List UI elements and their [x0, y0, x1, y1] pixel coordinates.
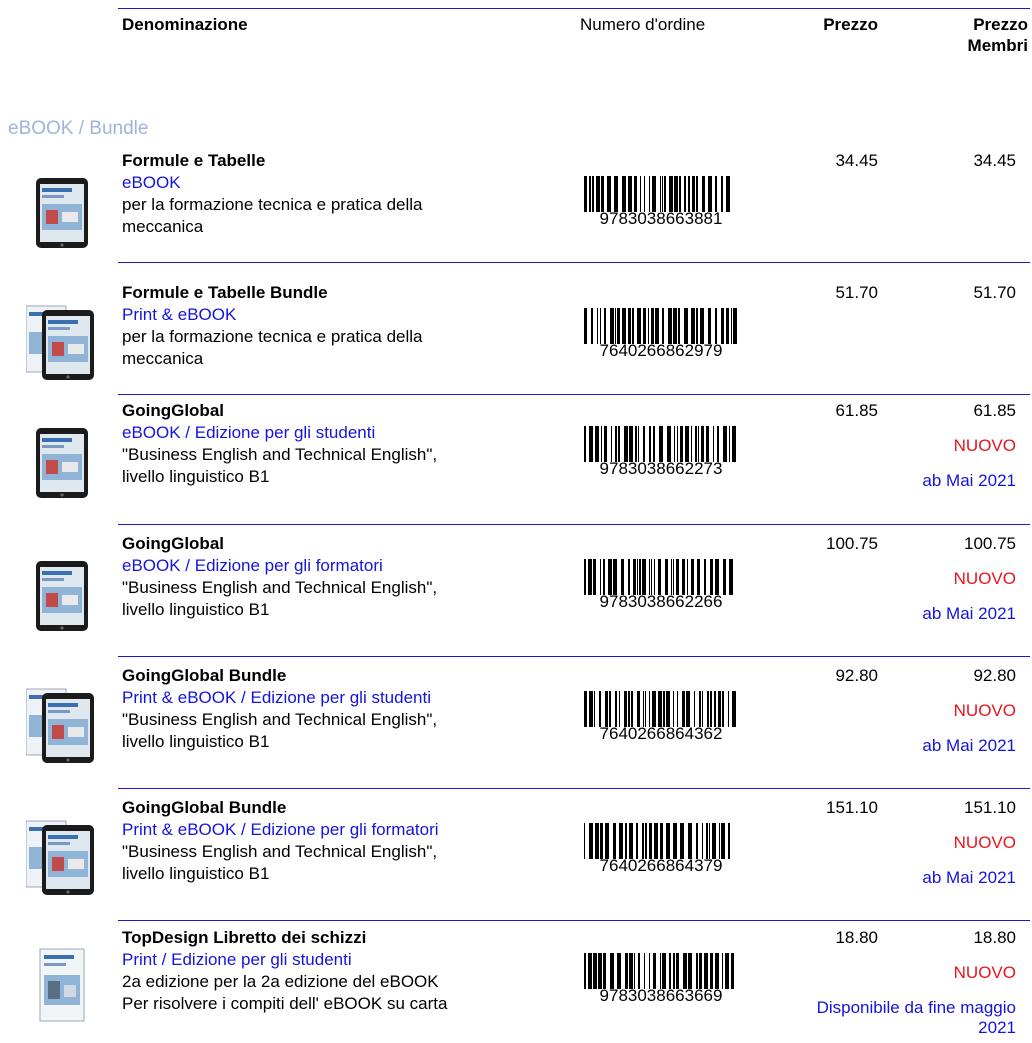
- product-description: 2a edizione per la 2a edizione del eBOOK: [122, 972, 439, 991]
- product-thumbnail: [26, 547, 96, 633]
- product-variant: eBOOK: [122, 173, 181, 192]
- product-title: GoingGlobal Bundle: [122, 666, 287, 685]
- col-header-order-number: Numero d'ordine: [580, 15, 706, 34]
- product-variant: Print & eBOOK / Edizione per gli student…: [122, 688, 431, 707]
- order-number: 9783038663881: [599, 209, 723, 228]
- barcode: [584, 308, 739, 344]
- row-divider: [118, 262, 1030, 263]
- col-header-member-price-line2: Membri: [967, 36, 1028, 55]
- product-title: Formule e Tabelle Bundle: [122, 283, 328, 302]
- row-divider: [118, 394, 1030, 395]
- product-title: GoingGlobal: [122, 534, 224, 553]
- availability-note: ab Mai 2021: [922, 868, 1016, 887]
- availability-note: ab Mai 2021: [922, 604, 1016, 623]
- barcode-bar: [733, 559, 734, 595]
- new-badge: NUOVO: [953, 701, 1016, 720]
- section-title: eBOOK / Bundle: [8, 118, 149, 139]
- product-description: "Business English and Technical English"…: [122, 445, 438, 464]
- price: 18.80: [835, 928, 878, 947]
- barcode-bar: [733, 308, 737, 344]
- member-price: 151.10: [964, 798, 1016, 817]
- new-badge: NUOVO: [953, 569, 1016, 588]
- product-variant: eBOOK / Edizione per gli formatori: [122, 556, 383, 575]
- col-header-member-price: Prezzo Membri: [900, 14, 1028, 56]
- order-number: 7640266864362: [599, 724, 723, 743]
- product-title: GoingGlobal Bundle: [122, 798, 287, 817]
- price: 61.85: [835, 401, 878, 420]
- new-badge: NUOVO: [953, 833, 1016, 852]
- product-variant: eBOOK / Edizione per gli studenti: [122, 423, 376, 442]
- availability-note: Disponibile da fine maggio: [816, 998, 1016, 1017]
- price: 51.70: [835, 283, 878, 302]
- barcode-bar: [730, 823, 734, 859]
- product-thumbnail: [26, 164, 96, 250]
- product-thumbnail: [26, 941, 96, 1027]
- product-title: GoingGlobal: [122, 401, 224, 420]
- product-description: per la formazione tecnica e pratica dell…: [122, 195, 423, 214]
- product-description: meccanica: [122, 349, 204, 368]
- product-title: Formule e Tabelle: [122, 151, 266, 170]
- availability-note: 2021: [978, 1018, 1016, 1037]
- row-divider: [118, 920, 1030, 921]
- barcode: [584, 426, 739, 462]
- barcode: [584, 823, 739, 859]
- col-header-price: Prezzo: [823, 15, 878, 34]
- product-thumbnail: [25, 679, 96, 765]
- order-number: 7640266862979: [599, 341, 723, 360]
- product-description: livello linguistico B1: [122, 600, 270, 619]
- row-divider: [118, 788, 1030, 789]
- product-description: Per risolvere i compiti dell' eBOOK su c…: [122, 994, 448, 1013]
- order-number: 9783038663669: [599, 986, 723, 1005]
- barcode: [584, 176, 739, 212]
- product-description: "Business English and Technical English"…: [122, 842, 438, 861]
- barcode: [584, 953, 739, 989]
- order-number: 9783038662273: [599, 459, 723, 478]
- col-header-name: Denominazione: [122, 15, 248, 34]
- new-badge: NUOVO: [953, 436, 1016, 455]
- order-number: 7640266864379: [599, 856, 723, 875]
- member-price: 51.70: [973, 283, 1016, 302]
- price: 100.75: [826, 534, 878, 553]
- row-divider: [118, 656, 1030, 657]
- product-thumbnail: [25, 811, 96, 897]
- barcode-bar: [730, 176, 734, 212]
- new-badge: NUOVO: [953, 963, 1016, 982]
- product-description: meccanica: [122, 217, 204, 236]
- col-header-member-price-line1: Prezzo: [973, 15, 1028, 34]
- price: 34.45: [835, 151, 878, 170]
- order-number: 9783038662266: [599, 592, 723, 611]
- product-thumbnail: [25, 296, 96, 382]
- member-price: 61.85: [973, 401, 1016, 420]
- availability-note: ab Mai 2021: [922, 736, 1016, 755]
- product-variant: Print / Edizione per gli studenti: [122, 950, 352, 969]
- row-divider: [118, 524, 1030, 525]
- product-description: "Business English and Technical English"…: [122, 578, 438, 597]
- barcode-bar: [732, 691, 736, 727]
- product-description: livello linguistico B1: [122, 864, 270, 883]
- product-thumbnail: [26, 414, 96, 500]
- member-price: 92.80: [973, 666, 1016, 685]
- product-description: livello linguistico B1: [122, 467, 270, 486]
- member-price: 100.75: [964, 534, 1016, 553]
- price: 151.10: [826, 798, 878, 817]
- price: 92.80: [835, 666, 878, 685]
- barcode-bar: [732, 426, 736, 462]
- product-description: livello linguistico B1: [122, 732, 270, 751]
- member-price: 34.45: [973, 151, 1016, 170]
- barcode-bar: [731, 953, 734, 989]
- product-title: TopDesign Libretto dei schizzi: [122, 928, 367, 947]
- barcode: [584, 691, 739, 727]
- availability-note: ab Mai 2021: [922, 471, 1016, 490]
- member-price: 18.80: [973, 928, 1016, 947]
- product-description: "Business English and Technical English"…: [122, 710, 438, 729]
- product-variant: Print & eBOOK: [122, 305, 237, 324]
- header-top-rule: [118, 8, 1030, 9]
- product-variant: Print & eBOOK / Edizione per gli formato…: [122, 820, 439, 839]
- product-description: per la formazione tecnica e pratica dell…: [122, 327, 423, 346]
- barcode: [584, 559, 739, 595]
